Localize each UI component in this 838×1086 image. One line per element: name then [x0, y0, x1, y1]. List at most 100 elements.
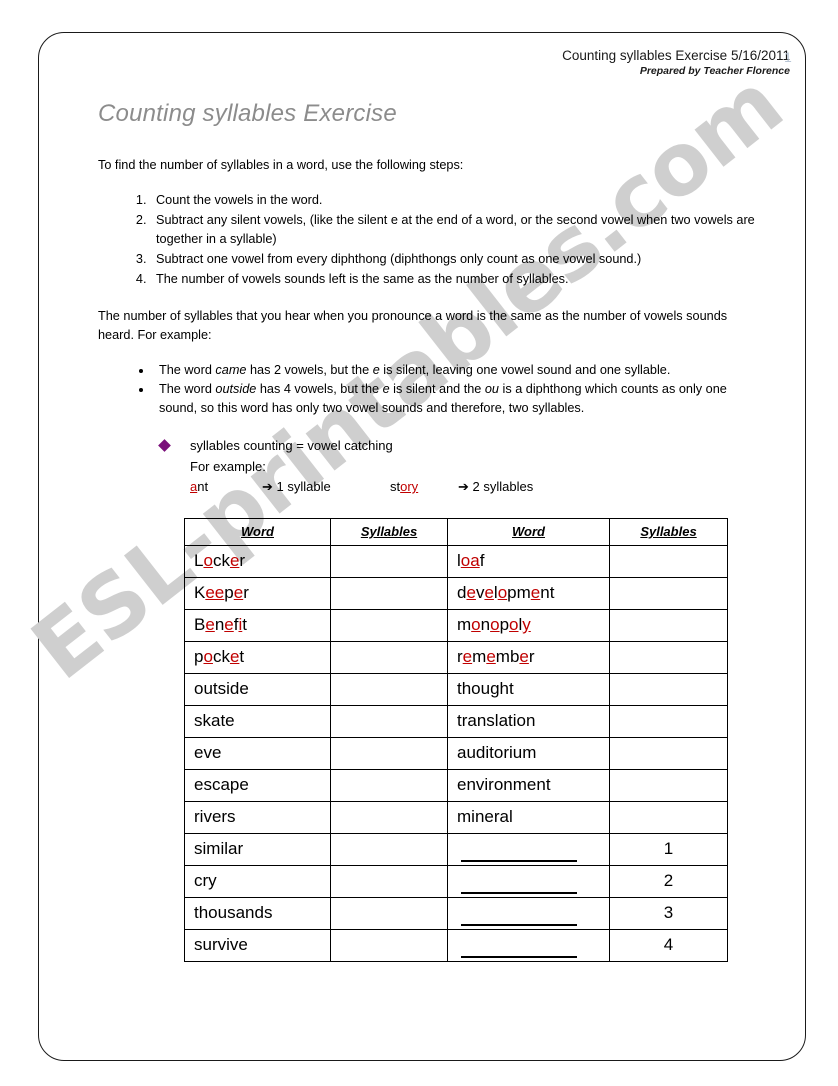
blank-answer-line[interactable]: [461, 907, 577, 926]
syllable-table: Word Syllables Word Syllables Locker loaf Kee…: [184, 517, 728, 962]
word-cell-left: thousands: [184, 896, 331, 930]
word-cell-left: pocket: [184, 640, 331, 674]
word-cell-right: mineral: [447, 800, 610, 834]
word-cell-right: [447, 896, 610, 930]
table-row: Keeper development: [184, 576, 728, 610]
table-header-cell: Word: [447, 517, 610, 546]
syllables-cell-right[interactable]: [609, 576, 728, 610]
document-content: Counting syllables Exercise To find the …: [98, 100, 758, 962]
table-row: rivers mineral: [184, 800, 728, 834]
word-cell-right: [447, 832, 610, 866]
example-word-story: story: [390, 479, 419, 494]
word-cell-right: auditorium: [447, 736, 610, 770]
word-cell-left: cry: [184, 864, 331, 898]
table-row: escape environment: [184, 768, 728, 802]
word-cell-left: Locker: [184, 544, 331, 578]
syllables-cell-left[interactable]: [330, 896, 448, 930]
intro-paragraph: To find the number of syllables in a wor…: [98, 158, 464, 172]
word-cell-left: eve: [184, 736, 331, 770]
word-cell-right: development: [447, 576, 610, 610]
example-bullet-item: The word came has 2 vowels, but the e is…: [153, 361, 758, 380]
syllables-cell-left[interactable]: [330, 608, 448, 642]
table-row: skate translation: [184, 704, 728, 738]
syllables-cell-right[interactable]: [609, 672, 728, 706]
syllables-cell-left[interactable]: [330, 704, 448, 738]
table-header-row: Word Syllables Word Syllables: [184, 517, 728, 546]
example-result-ant: ➔ 1 syllable: [262, 479, 331, 494]
syllables-cell-left[interactable]: [330, 544, 448, 578]
table-row: outside thought: [184, 672, 728, 706]
syllables-cell-right[interactable]: [609, 640, 728, 674]
word-cell-left: Benefit: [184, 608, 331, 642]
table-row: survive 4: [184, 928, 728, 962]
blank-answer-line[interactable]: [461, 875, 577, 894]
syllables-cell-right[interactable]: [609, 704, 728, 738]
syllables-cell-right[interactable]: [609, 544, 728, 578]
syllables-cell-right[interactable]: 1: [609, 832, 728, 866]
page-number: 1: [784, 49, 792, 65]
word-cell-right: [447, 928, 610, 962]
word-cell-right: environment: [447, 768, 610, 802]
syllables-cell-left[interactable]: [330, 800, 448, 834]
diamond-bullet-icon: [158, 439, 171, 452]
syllables-cell-left[interactable]: [330, 576, 448, 610]
word-cell-right: [447, 864, 610, 898]
diamond-line-1: syllables counting = vowel catching: [190, 438, 393, 453]
word-cell-left: rivers: [184, 800, 331, 834]
word-cell-right: thought: [447, 672, 610, 706]
table-row: eve auditorium: [184, 736, 728, 770]
syllables-cell-right[interactable]: 3: [609, 896, 728, 930]
word-cell-left: outside: [184, 672, 331, 706]
table-row: cry 2: [184, 864, 728, 898]
step-item: The number of vowels sounds left is the …: [150, 270, 758, 289]
table-row: thousands 3: [184, 896, 728, 930]
word-cell-right: translation: [447, 704, 610, 738]
syllables-cell-right[interactable]: [609, 800, 728, 834]
header-title-date: Counting syllables Exercise 5/16/2011: [562, 48, 790, 63]
syllables-cell-right[interactable]: [609, 736, 728, 770]
word-cell-left: Keeper: [184, 576, 331, 610]
syllables-cell-left[interactable]: [330, 672, 448, 706]
word-cell-right: remember: [447, 640, 610, 674]
table-row: pocket remember: [184, 640, 728, 674]
syllables-cell-right[interactable]: 2: [609, 864, 728, 898]
syllables-cell-left[interactable]: [330, 768, 448, 802]
syllables-cell-right[interactable]: [609, 608, 728, 642]
table-row: Locker loaf: [184, 544, 728, 578]
blank-answer-line[interactable]: [461, 843, 577, 862]
header-prepared-by: Prepared by Teacher Florence: [639, 65, 790, 77]
example-word-ant: ant: [190, 479, 209, 494]
table-header-cell: Word: [184, 517, 331, 546]
examples-bullet-list: The word came has 2 vowels, but the e is…: [98, 361, 758, 418]
word-cell-left: skate: [184, 704, 331, 738]
word-cell-right: monopoly: [447, 608, 610, 642]
syllables-cell-left[interactable]: [330, 832, 448, 866]
example-result-story: ➔ 2 syllables: [458, 479, 534, 494]
page-title: Counting syllables Exercise: [98, 100, 397, 127]
example-bullet-item: The word outside has 4 vowels, but the e…: [153, 380, 758, 418]
blank-answer-line[interactable]: [461, 939, 577, 958]
syllables-cell-left[interactable]: [330, 736, 448, 770]
word-cell-left: similar: [184, 832, 331, 866]
syllables-cell-left[interactable]: [330, 864, 448, 898]
diamond-line-2: For example:: [190, 458, 266, 474]
table-body: Locker loaf Keeper development Benefit monopo…: [184, 544, 728, 962]
document-header: Counting syllables Exercise 5/16/2011 Pr…: [562, 48, 790, 77]
word-cell-right: loaf: [447, 544, 610, 578]
steps-list: Count the vowels in the word.Subtract an…: [98, 191, 758, 289]
word-cell-left: survive: [184, 928, 331, 962]
table-row: Benefit monopoly: [184, 608, 728, 642]
step-item: Subtract any silent vowels, (like the si…: [150, 211, 758, 249]
syllables-cell-left[interactable]: [330, 640, 448, 674]
diamond-example-row: ant ➔ 1 syllable story ➔ 2 syllables: [190, 477, 758, 498]
table-header-cell: Syllables: [609, 517, 728, 546]
syllables-cell-right[interactable]: 4: [609, 928, 728, 962]
word-cell-left: escape: [184, 768, 331, 802]
syllables-cell-right[interactable]: [609, 768, 728, 802]
table-row: similar 1: [184, 832, 728, 866]
step-item: Subtract one vowel from every diphthong …: [150, 250, 758, 269]
step-item: Count the vowels in the word.: [150, 191, 758, 210]
syllables-cell-left[interactable]: [330, 928, 448, 962]
example-intro-paragraph: The number of syllables that you hear wh…: [98, 309, 728, 342]
diamond-bullet-block: syllables counting = vowel catching For …: [98, 436, 758, 498]
